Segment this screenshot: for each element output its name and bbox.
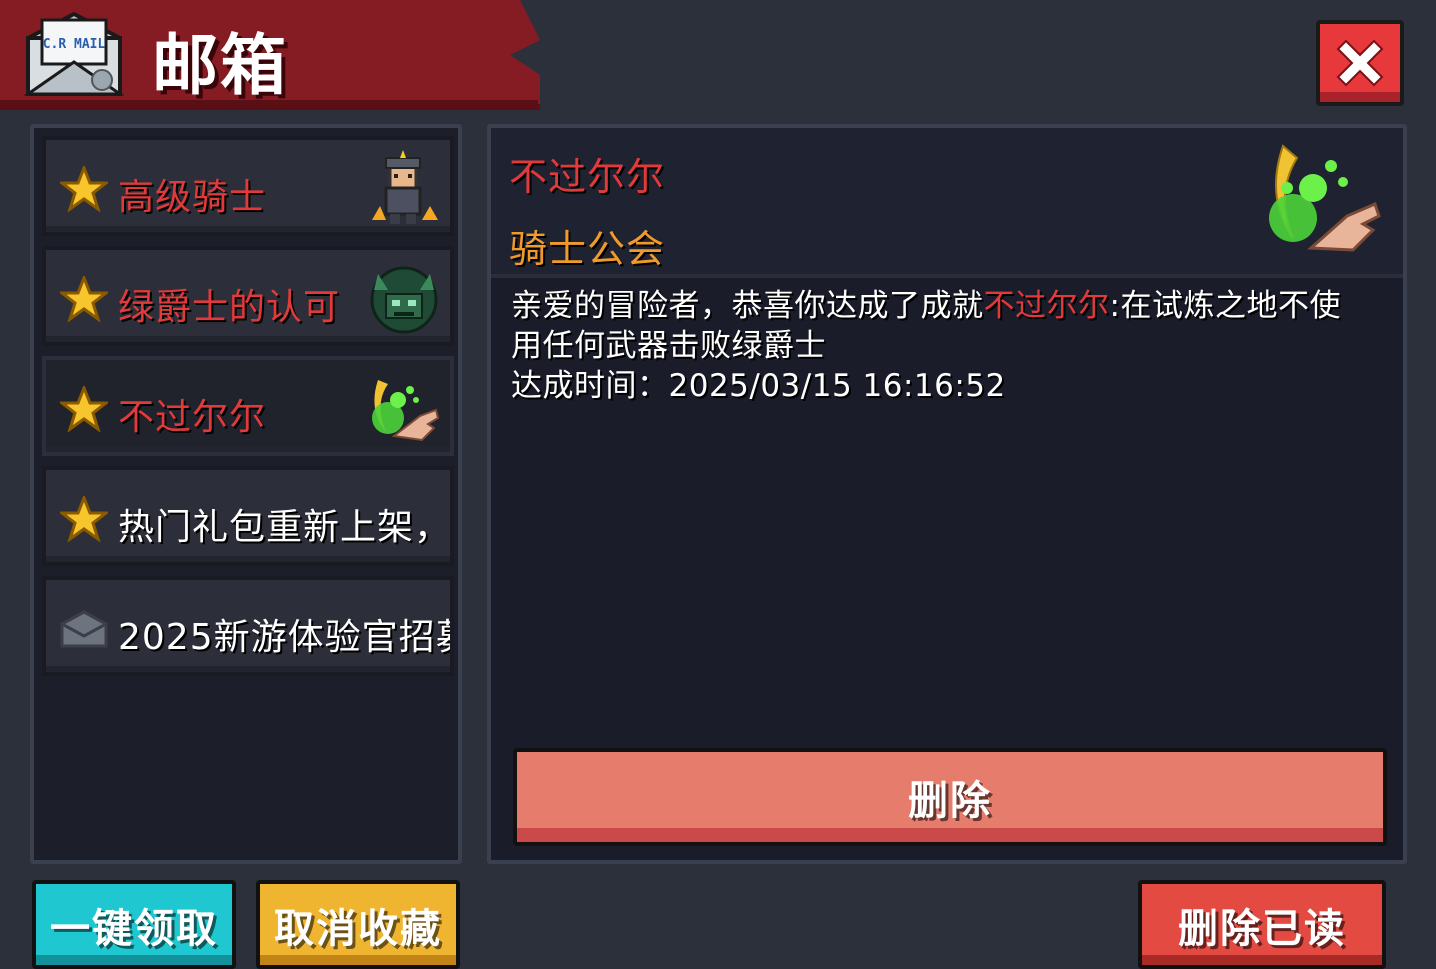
mail-item[interactable]: 高级骑士 (42, 136, 454, 236)
mail-detail-sender: 骑士公会 (509, 227, 666, 271)
mail-item-selected[interactable]: 不过尔尔 (42, 356, 454, 456)
star-icon (60, 166, 108, 212)
mail-icon-text: C.R MAIL (43, 37, 106, 52)
mail-icon: C.R MAIL (24, 11, 124, 96)
mail-body-prefix: 亲爱的冒险者，恭喜你达成了成就 (511, 288, 984, 324)
mail-detail-header: 不过尔尔 骑士公会 (491, 128, 1403, 278)
delete-read-button[interactable]: 删除已读 (1138, 880, 1386, 969)
mail-body-highlight: 不过尔尔 (983, 288, 1110, 324)
page-title: 邮箱 (152, 27, 288, 104)
delete-read-label: 删除已读 (1178, 905, 1346, 952)
mail-detail-panel: 不过尔尔 骑士公会 亲爱的冒险者，恭喜你达成了成就不过尔尔:在试炼之地不使用任何… (487, 124, 1407, 864)
mail-time-value: 2025/03/15 16:16:52 (668, 368, 1006, 404)
mail-list-panel[interactable]: 高级骑士 绿爵士的认可 不过尔尔 热门礼包重新上架， 2025新游体验官招募 (30, 124, 462, 864)
mail-item-label: 2025新游体验官招募 (118, 617, 454, 658)
delete-button[interactable]: 删除 (513, 748, 1387, 846)
mail-item-label: 热门礼包重新上架， (118, 507, 452, 548)
mail-item-label: 不过尔尔 (118, 397, 267, 438)
star-icon (60, 276, 108, 322)
mail-body-text: 亲爱的冒险者，恭喜你达成了成就不过尔尔:在试炼之地不使用任何武器击败绿爵士 达成… (511, 286, 1371, 406)
mail-item-label: 高级骑士 (118, 177, 267, 218)
claim-all-label: 一键领取 (50, 905, 218, 952)
mail-item[interactable]: 绿爵士的认可 (42, 246, 454, 346)
unfavorite-label: 取消收藏 (274, 905, 442, 952)
mail-item[interactable]: 2025新游体验官招募 (42, 576, 454, 676)
star-icon (60, 496, 108, 542)
close-button[interactable] (1316, 20, 1404, 106)
opened-mail-icon (60, 610, 108, 648)
green-knight-head-icon (370, 266, 438, 334)
mail-time-label: 达成时间： (511, 368, 669, 404)
mail-item-label: 绿爵士的认可 (118, 287, 341, 328)
close-icon (1336, 39, 1384, 87)
mail-item[interactable]: 热门礼包重新上架， (42, 466, 454, 566)
delete-button-label: 删除 (908, 778, 992, 824)
star-icon (60, 386, 108, 432)
knight-avatar-icon (372, 150, 438, 224)
unfavorite-button[interactable]: 取消收藏 (256, 880, 460, 969)
green-flame-hand-icon (1269, 144, 1381, 252)
mail-detail-title: 不过尔尔 (509, 155, 666, 199)
claim-all-button[interactable]: 一键领取 (32, 880, 236, 969)
green-flame-hand-icon (372, 380, 440, 442)
